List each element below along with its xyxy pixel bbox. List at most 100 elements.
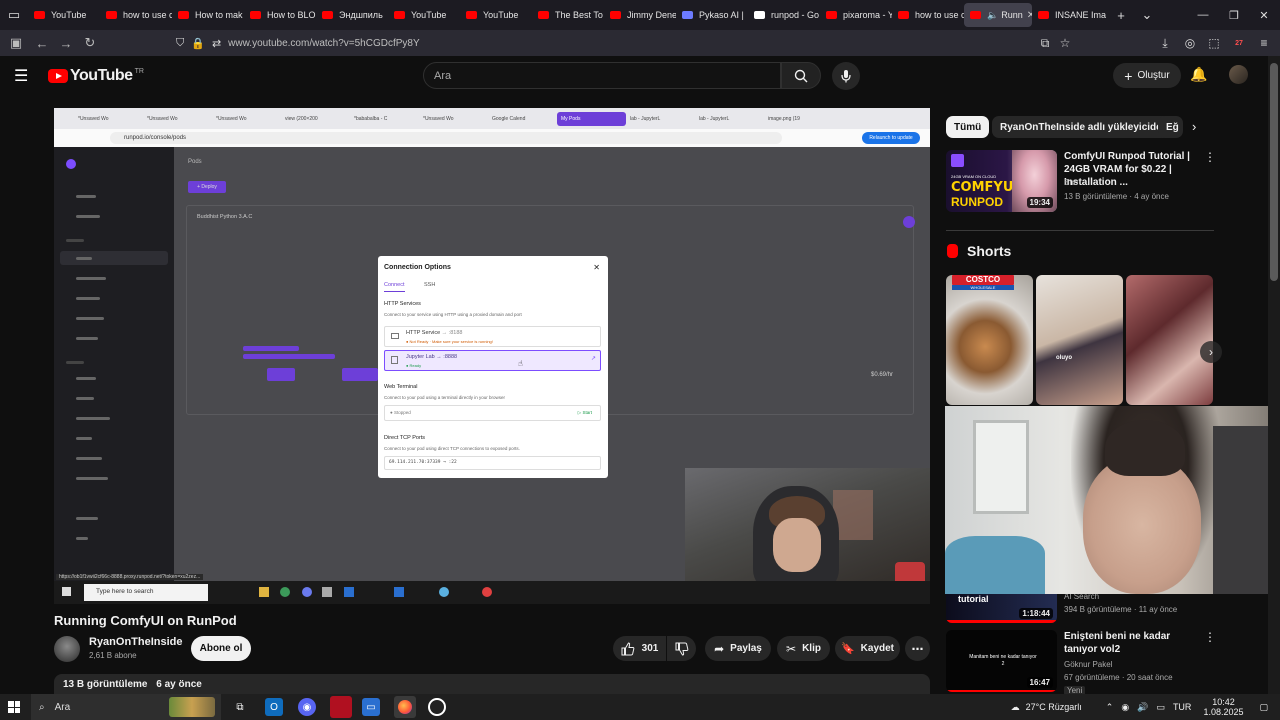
browser-tab[interactable]: How to mak bbox=[172, 3, 244, 27]
browser-tab[interactable]: How to BLO bbox=[244, 3, 316, 27]
browser-tab[interactable]: runpod - Go bbox=[748, 3, 820, 27]
task-view-icon[interactable]: ⧉ bbox=[231, 698, 249, 716]
obs-icon[interactable] bbox=[428, 698, 446, 716]
hamburger-menu-icon[interactable]: ☰ bbox=[14, 66, 34, 86]
browser-tab-active[interactable]: 🔈 Runn ✕ bbox=[964, 3, 1032, 27]
speaker-icon[interactable]: 🔈 bbox=[987, 10, 998, 21]
address-bar[interactable]: ⛉ 🔒 ⇄ www.youtube.com/watch?v=5hCGDcfPy8… bbox=[176, 33, 1076, 53]
rec1-channel[interactable]: Eno bbox=[1064, 178, 1078, 187]
extension-badge-icon[interactable]: 27 bbox=[1227, 30, 1251, 56]
browser-tab-last[interactable]: INSANE Ima bbox=[1032, 3, 1108, 27]
permissions-icon[interactable]: ⇄ bbox=[212, 37, 221, 50]
firefox-icon[interactable] bbox=[394, 696, 416, 718]
search-input[interactable]: Ara bbox=[423, 62, 781, 89]
description-box[interactable]: 13 B görüntüleme 6 ay önce bbox=[54, 674, 930, 694]
browser-tab[interactable]: how to use c bbox=[100, 3, 172, 27]
rec3-title[interactable]: Enişteni beni ne kadar tanıyor vol2 bbox=[1064, 630, 1204, 656]
browser-tab[interactable]: pixaroma - Y bbox=[820, 3, 892, 27]
discord-icon[interactable]: ◉ bbox=[298, 698, 316, 716]
chip-from-uploader[interactable]: RyanOnTheInside adlı yükleyiciden bbox=[992, 116, 1176, 138]
url-text[interactable]: www.youtube.com/watch?v=5hCGDcfPy8Y bbox=[228, 38, 419, 49]
language-indicator[interactable]: TUR bbox=[1173, 702, 1192, 712]
rec1-more-icon[interactable]: ⋮ bbox=[1204, 150, 1216, 164]
taskbar-search[interactable]: ⌕ Ara bbox=[31, 694, 221, 720]
browser-tab[interactable]: The Best To bbox=[532, 3, 604, 27]
browser-tab[interactable]: YouTube bbox=[460, 3, 532, 27]
http-services-title: HTTP Services bbox=[384, 301, 421, 307]
forward-icon[interactable]: → bbox=[54, 31, 78, 55]
app-window-icon[interactable]: ▭ bbox=[362, 698, 380, 716]
tab-overflow-chevron-icon[interactable]: ⌄ bbox=[1134, 7, 1160, 23]
share-button[interactable]: ➦ Paylaş bbox=[705, 636, 771, 661]
downloads-icon[interactable]: ⤓ bbox=[1153, 30, 1177, 56]
rec-thumbnail-2[interactable]: tutorial 1:18:44 bbox=[946, 594, 1057, 623]
volume-icon[interactable]: 🔊 bbox=[1137, 702, 1148, 713]
voice-search-button[interactable] bbox=[832, 62, 860, 90]
shorts-next-chevron-icon[interactable]: › bbox=[1200, 341, 1222, 363]
notification-center-icon[interactable]: ▢ bbox=[1259, 702, 1268, 713]
browser-tab[interactable]: YouTube bbox=[28, 3, 100, 27]
video-inner-tab: lab - JupyterL bbox=[699, 115, 730, 122]
create-button[interactable]: + Oluştur bbox=[1113, 63, 1181, 88]
browser-tab[interactable]: Pykaso AI | bbox=[676, 3, 748, 27]
tab-list-icon[interactable]: ▭ bbox=[0, 0, 28, 30]
channel-avatar[interactable] bbox=[54, 636, 80, 662]
search-button[interactable] bbox=[781, 62, 821, 89]
app-menu-icon[interactable]: ≡ bbox=[1252, 30, 1276, 56]
outlook-icon[interactable]: O bbox=[265, 698, 283, 716]
short-thumbnail-1[interactable]: COSTCO WHOLESALE bbox=[946, 275, 1033, 405]
rec-thumbnail-1[interactable]: 24GB VRAM ON CLOUD COMFYUI RUNPOD 19:34 bbox=[946, 150, 1057, 212]
more-actions-button[interactable]: ⋯ bbox=[905, 636, 930, 661]
short-thumbnail-2[interactable]: oluyo bbox=[1036, 275, 1123, 405]
network-icon[interactable]: ◉ bbox=[1121, 702, 1129, 713]
app-red-icon[interactable] bbox=[330, 696, 352, 718]
windows-start-icon[interactable] bbox=[8, 701, 20, 713]
logo-text: YouTube bbox=[70, 67, 133, 84]
notifications-bell-icon[interactable]: 🔔 bbox=[1190, 66, 1207, 83]
browser-tab[interactable]: Jimmy Dene bbox=[604, 3, 676, 27]
clock[interactable]: 10:42 1.08.2025 bbox=[1203, 697, 1243, 717]
shield-icon[interactable]: ⛉ bbox=[176, 37, 184, 50]
close-window-icon[interactable]: ✕ bbox=[1248, 0, 1280, 30]
youtube-logo[interactable]: YouTube TR bbox=[48, 67, 144, 85]
minimize-icon[interactable]: — bbox=[1187, 0, 1219, 30]
chip-scroll-right-icon[interactable]: › bbox=[1192, 119, 1196, 134]
video-player[interactable]: *Unsaved Wo *Unsaved Wo *Unsaved Wo view (2… bbox=[54, 108, 930, 604]
save-button[interactable]: 🔖 Kaydet bbox=[835, 636, 900, 661]
browser-tab[interactable]: how to use c bbox=[892, 3, 964, 27]
rec3-channel[interactable]: Göknur Pakel bbox=[1064, 660, 1112, 669]
battery-icon[interactable]: ▭ bbox=[1156, 702, 1165, 713]
web-terminal-row: ● Stopped ▷ Start bbox=[384, 405, 601, 421]
chip-related[interactable]: Eğ bbox=[1158, 116, 1183, 138]
bookmark-star-icon[interactable]: ☆ bbox=[1053, 30, 1077, 56]
sidebar-toggle-icon[interactable]: ▣ bbox=[4, 31, 28, 55]
chip-all[interactable]: Tümü bbox=[946, 116, 990, 138]
page-scrollbar-thumb[interactable] bbox=[1270, 63, 1278, 281]
windows-taskbar: ⌕ Ara ⧉ O ◉ ▭ ☁ 27°C Rüzgarlı ⌃ ◉ 🔊 ▭ TU… bbox=[0, 694, 1280, 720]
dislike-button[interactable] bbox=[667, 636, 696, 661]
browser-tab[interactable]: YouTube bbox=[388, 3, 460, 27]
weather-icon[interactable]: ☁ bbox=[1011, 702, 1020, 713]
subscribe-button[interactable]: Abone ol bbox=[191, 636, 251, 661]
tray-overflow-icon[interactable]: ⌃ bbox=[1106, 702, 1114, 713]
like-button[interactable]: 301 bbox=[613, 636, 666, 661]
browser-tab[interactable]: Эндшпиль bbox=[316, 3, 388, 27]
short-thumbnail-3[interactable] bbox=[1126, 275, 1213, 405]
restore-icon[interactable]: ❐ bbox=[1218, 0, 1250, 30]
account-icon[interactable]: ◎ bbox=[1178, 30, 1202, 56]
user-avatar[interactable] bbox=[1229, 65, 1248, 84]
clip-button[interactable]: ✂ Klip bbox=[777, 636, 830, 661]
clock-time: 10:42 bbox=[1212, 697, 1235, 707]
rec1-title[interactable]: ComfyUI Runpod Tutorial | 24GB VRAM for … bbox=[1064, 150, 1204, 189]
rec-thumbnail-3[interactable]: Manitam beni ne kadar tanıyor 2 16:47 bbox=[946, 630, 1057, 692]
back-icon[interactable]: ← bbox=[30, 31, 54, 55]
new-tab-button[interactable]: + bbox=[1108, 8, 1134, 23]
web-terminal-sub: Connect to your pod using a terminal dir… bbox=[384, 395, 506, 400]
rec3-more-icon[interactable]: ⋮ bbox=[1204, 630, 1216, 644]
channel-name[interactable]: RyanOnTheInside bbox=[89, 636, 183, 648]
reload-icon[interactable]: ↻ bbox=[78, 31, 102, 55]
lock-icon[interactable]: 🔒 bbox=[191, 37, 205, 50]
taskbar-search-icon: ⌕ bbox=[39, 701, 45, 713]
weather-text[interactable]: 27°C Rüzgarlı bbox=[1026, 702, 1082, 712]
extensions-icon[interactable]: ⬚ bbox=[1202, 30, 1226, 56]
